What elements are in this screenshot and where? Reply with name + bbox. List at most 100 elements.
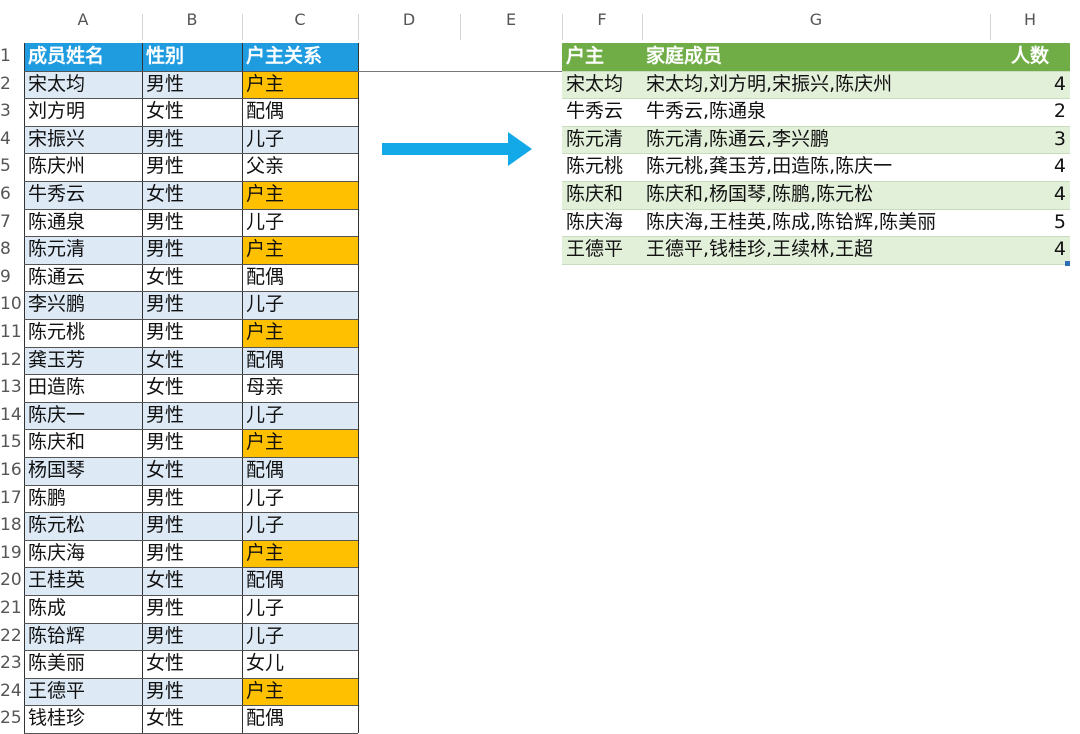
- left-table-cell[interactable]: 男性: [142, 319, 242, 347]
- left-table-cell[interactable]: 儿子: [242, 484, 358, 513]
- left-table-cell[interactable]: 儿子: [242, 622, 358, 651]
- left-table-cell[interactable]: 儿子: [242, 291, 358, 319]
- row-number[interactable]: 10: [0, 291, 22, 319]
- left-table-cell[interactable]: 儿子: [242, 401, 358, 430]
- left-table-cell[interactable]: 陈元松: [24, 512, 142, 540]
- left-table-cell[interactable]: 龚玉芳: [24, 346, 142, 375]
- row-number[interactable]: 18: [0, 512, 22, 540]
- fill-handle[interactable]: [1065, 260, 1070, 266]
- left-table-cell[interactable]: 陈铪辉: [24, 622, 142, 651]
- left-table-cell[interactable]: 户主: [242, 539, 358, 568]
- row-number[interactable]: 14: [0, 402, 22, 430]
- left-table-cell[interactable]: 牛秀云: [24, 181, 142, 209]
- left-table-cell[interactable]: 儿子: [242, 125, 358, 154]
- left-table-cell[interactable]: 男性: [142, 429, 242, 457]
- right-table-cell[interactable]: 陈元桃,龚玉芳,田造陈,陈庆一: [642, 153, 990, 181]
- left-header-cell[interactable]: 成员姓名: [24, 43, 142, 71]
- left-table-cell[interactable]: 男性: [142, 539, 242, 568]
- row-number[interactable]: 2: [0, 71, 22, 99]
- right-table-cell[interactable]: 陈元清,陈通云,李兴鹏: [642, 125, 990, 154]
- left-table-cell[interactable]: 女性: [142, 567, 242, 595]
- column-header-f[interactable]: F: [562, 0, 642, 40]
- left-table-cell[interactable]: 杨国琴: [24, 457, 142, 485]
- column-header-b[interactable]: B: [142, 0, 242, 40]
- row-number[interactable]: 9: [0, 264, 22, 292]
- left-table-cell[interactable]: 户主: [242, 181, 358, 209]
- left-table-cell[interactable]: 男性: [142, 484, 242, 513]
- left-table-cell[interactable]: 男性: [142, 70, 242, 99]
- row-number[interactable]: 20: [0, 567, 22, 595]
- left-table-cell[interactable]: 女儿: [242, 650, 358, 678]
- left-table-cell[interactable]: 户主: [242, 319, 358, 347]
- left-table-cell[interactable]: 户主: [242, 429, 358, 457]
- left-table-cell[interactable]: 户主: [242, 70, 358, 99]
- row-number[interactable]: 16: [0, 457, 22, 485]
- left-table-cell[interactable]: 女性: [142, 98, 242, 126]
- left-table-cell[interactable]: 女性: [142, 346, 242, 375]
- left-table-cell[interactable]: 女性: [142, 181, 242, 209]
- left-table-cell[interactable]: 男性: [142, 153, 242, 181]
- right-table-cell[interactable]: 陈元桃: [562, 153, 642, 181]
- left-table-cell[interactable]: 田造陈: [24, 374, 142, 402]
- left-table-cell[interactable]: 陈通云: [24, 263, 142, 292]
- left-table-cell[interactable]: 女性: [142, 650, 242, 678]
- left-table-cell[interactable]: 父亲: [242, 153, 358, 181]
- left-table-cell[interactable]: 女性: [142, 457, 242, 485]
- left-table-cell[interactable]: 儿子: [242, 512, 358, 540]
- left-table-cell[interactable]: 男性: [142, 401, 242, 430]
- left-table-cell[interactable]: 陈元桃: [24, 319, 142, 347]
- row-number[interactable]: 22: [0, 623, 22, 651]
- left-table-cell[interactable]: 配偶: [242, 567, 358, 595]
- left-table-cell[interactable]: 男性: [142, 125, 242, 154]
- left-table-cell[interactable]: 女性: [142, 374, 242, 402]
- right-table-cell[interactable]: 王德平: [562, 236, 642, 264]
- left-table-cell[interactable]: 配偶: [242, 705, 358, 733]
- left-table-cell[interactable]: 配偶: [242, 457, 358, 485]
- left-table-cell[interactable]: 男性: [142, 236, 242, 264]
- row-number[interactable]: 23: [0, 650, 22, 678]
- right-table-cell[interactable]: 牛秀云: [562, 98, 642, 126]
- left-table-cell[interactable]: 女性: [142, 263, 242, 292]
- left-table-cell[interactable]: 男性: [142, 512, 242, 540]
- column-header-c[interactable]: C: [242, 0, 358, 40]
- left-table-cell[interactable]: 陈庆一: [24, 401, 142, 430]
- column-header-h[interactable]: H: [990, 0, 1070, 40]
- left-table-cell[interactable]: 配偶: [242, 346, 358, 375]
- left-table-cell[interactable]: 陈美丽: [24, 650, 142, 678]
- left-table-cell[interactable]: 配偶: [242, 263, 358, 292]
- right-header-cell[interactable]: 家庭成员: [642, 43, 990, 71]
- right-table-cell[interactable]: 5: [990, 208, 1070, 237]
- left-table-cell[interactable]: 男性: [142, 622, 242, 651]
- right-header-cell[interactable]: 人数: [990, 43, 1070, 71]
- left-table-cell[interactable]: 儿子: [242, 595, 358, 623]
- left-table-cell[interactable]: 宋振兴: [24, 125, 142, 154]
- left-table-cell[interactable]: 陈庆海: [24, 539, 142, 568]
- left-table-cell[interactable]: 李兴鹏: [24, 291, 142, 319]
- row-number[interactable]: 4: [0, 126, 22, 154]
- row-number[interactable]: 13: [0, 374, 22, 402]
- column-header-g[interactable]: G: [642, 0, 990, 40]
- left-table-cell[interactable]: 男性: [142, 291, 242, 319]
- row-number[interactable]: 17: [0, 485, 22, 513]
- column-header-e[interactable]: E: [460, 0, 562, 40]
- row-number[interactable]: 5: [0, 153, 22, 181]
- left-header-cell[interactable]: 性别: [142, 43, 242, 71]
- left-table-cell[interactable]: 陈庆和: [24, 429, 142, 457]
- left-table-cell[interactable]: 儿子: [242, 208, 358, 237]
- row-number[interactable]: 8: [0, 236, 22, 264]
- right-table-cell[interactable]: 陈庆和: [562, 181, 642, 209]
- left-table-cell[interactable]: 陈庆州: [24, 153, 142, 181]
- right-table-cell[interactable]: 2: [990, 98, 1070, 126]
- left-table-cell[interactable]: 男性: [142, 208, 242, 237]
- row-number[interactable]: 25: [0, 705, 22, 733]
- row-number[interactable]: 15: [0, 429, 22, 457]
- left-table-cell[interactable]: 女性: [142, 705, 242, 733]
- right-table-cell[interactable]: 宋太均: [562, 70, 642, 99]
- right-table-cell[interactable]: 王德平,钱桂珍,王续林,王超: [642, 236, 990, 264]
- left-table-cell[interactable]: 王桂英: [24, 567, 142, 595]
- right-table-cell[interactable]: 宋太均,刘方明,宋振兴,陈庆州: [642, 70, 990, 99]
- right-table-cell[interactable]: 陈庆海: [562, 208, 642, 237]
- left-table-cell[interactable]: 男性: [142, 677, 242, 706]
- column-header-d[interactable]: D: [358, 0, 460, 40]
- left-header-cell[interactable]: 户主关系: [242, 43, 358, 71]
